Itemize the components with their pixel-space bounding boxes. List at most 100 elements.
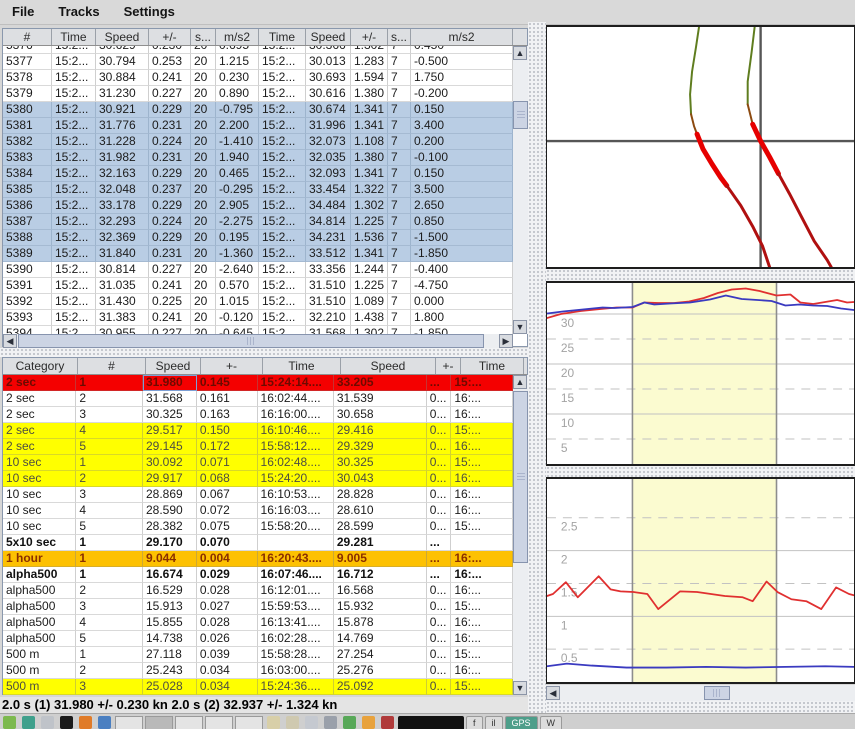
ranking-row-500-m-2[interactable]: 500 m225.2430.03416:03:00....25.2760...1… bbox=[3, 663, 513, 679]
menu-item-tracks[interactable]: Tracks bbox=[46, 1, 111, 23]
ranking-row-alpha500-5[interactable]: alpha500514.7380.02616:02:28....14.7690.… bbox=[3, 631, 513, 647]
ranking-row-alpha500-3[interactable]: alpha500315.9130.02715:59:53....15.9320.… bbox=[3, 599, 513, 615]
column-header-7[interactable]: Time bbox=[461, 358, 524, 374]
error-chart[interactable]: 2.521.510.5 bbox=[547, 479, 854, 682]
trackpoint-row-5386[interactable]: 538615:2...33.1780.229202.90515:2...34.4… bbox=[3, 198, 513, 214]
ranking-row-2-sec-1[interactable]: 2 sec131.9800.14515:24:14....33.205...15… bbox=[3, 375, 513, 391]
ranking-row-1-hour-1[interactable]: 1 hour19.0440.00416:20:43....9.005...16:… bbox=[3, 551, 513, 567]
column-header-2[interactable]: Speed bbox=[146, 358, 201, 374]
hscroll-thumb[interactable] bbox=[704, 686, 730, 700]
trackpoint-row-5393[interactable]: 539315:2...31.3830.24120-0.12015:2...32.… bbox=[3, 310, 513, 326]
keyboard-icon[interactable] bbox=[267, 716, 280, 729]
ranking-table-body[interactable]: 2 sec131.9800.14515:24:14....33.205...15… bbox=[3, 375, 513, 695]
scroll-down-icon[interactable]: ▼ bbox=[513, 681, 527, 695]
workspace-pager-3[interactable] bbox=[175, 716, 203, 729]
ranking-row-10-sec-1[interactable]: 10 sec130.0920.07116:02:48....30.3250...… bbox=[3, 455, 513, 471]
chart-hscrollbar[interactable]: ◀ bbox=[546, 685, 855, 701]
package-icon[interactable] bbox=[343, 716, 356, 729]
flag-icon[interactable] bbox=[381, 716, 394, 729]
ranking-row-5x10-sec-1[interactable]: 5x10 sec129.1700.07029.281... bbox=[3, 535, 513, 551]
column-header-2[interactable]: Speed bbox=[96, 29, 149, 45]
column-header-4[interactable]: s... bbox=[191, 29, 216, 45]
column-header-8[interactable]: +/- bbox=[351, 29, 388, 45]
workspace-pager-4[interactable] bbox=[205, 716, 233, 729]
trackpoint-row-5391[interactable]: 539115:2...31.0350.241200.57015:2...31.5… bbox=[3, 278, 513, 294]
desktop-icon[interactable] bbox=[22, 716, 35, 729]
trackpoint-table-body[interactable]: 537615:2...30.6290.230200.69515:2...30.3… bbox=[3, 46, 513, 334]
trackpoint-table-header[interactable]: #TimeSpeed+/-s...m/s2TimeSpeed+/-s...m/s… bbox=[3, 29, 527, 46]
scroll-left-icon[interactable]: ◀ bbox=[3, 334, 17, 348]
column-header-5[interactable]: m/s2 bbox=[216, 29, 259, 45]
trackpoint-row-5392[interactable]: 539215:2...31.4300.225201.01515:2...31.5… bbox=[3, 294, 513, 310]
scroll-right-icon[interactable]: ▶ bbox=[499, 334, 513, 348]
firefox-icon[interactable] bbox=[79, 716, 92, 729]
trackpoint-row-5379[interactable]: 537915:2...31.2300.227200.89015:2...30.6… bbox=[3, 86, 513, 102]
chart-splitter[interactable] bbox=[546, 466, 855, 477]
column-header-6[interactable]: +- bbox=[436, 358, 461, 374]
ranking-row-10-sec-5[interactable]: 10 sec528.3820.07515:58:20....28.5990...… bbox=[3, 519, 513, 535]
trackpoint-row-5380[interactable]: 538015:2...30.9210.22920-0.79515:2...30.… bbox=[3, 102, 513, 118]
trackpoint-row-5390[interactable]: 539015:2...30.8140.22720-2.64015:2...33.… bbox=[3, 262, 513, 278]
column-header-0[interactable]: # bbox=[3, 29, 52, 45]
column-header-4[interactable]: Time bbox=[263, 358, 341, 374]
trackpoint-row-5384[interactable]: 538415:2...32.1630.229200.46515:2...32.0… bbox=[3, 166, 513, 182]
window-icon[interactable] bbox=[305, 716, 318, 729]
scroll-up-icon[interactable]: ▲ bbox=[513, 46, 527, 60]
column-header-9[interactable]: s... bbox=[388, 29, 411, 45]
ranking-row-500-m-1[interactable]: 500 m127.1180.03915:58:28....27.2540...1… bbox=[3, 647, 513, 663]
trackpoint-row-5378[interactable]: 537815:2...30.8840.241200.23015:2...30.6… bbox=[3, 70, 513, 86]
column-header-3[interactable]: +/- bbox=[149, 29, 191, 45]
speed-chart[interactable]: 30252015105 bbox=[547, 283, 854, 464]
trackpoint-row-5394[interactable]: 539415:2...30.9550.22720-0.64515:2...31.… bbox=[3, 326, 513, 334]
speed-chart-panel[interactable]: 30252015105 bbox=[546, 281, 855, 466]
mint-menu-icon[interactable] bbox=[3, 716, 16, 729]
image-viewer-icon[interactable] bbox=[98, 716, 111, 729]
ranking-row-10-sec-3[interactable]: 10 sec328.8690.06716:10:53....28.8280...… bbox=[3, 487, 513, 503]
trackpoint-hscrollbar[interactable]: ◀ ▶ bbox=[3, 334, 513, 348]
taskbar-window-button-0[interactable] bbox=[398, 716, 464, 729]
menu-item-settings[interactable]: Settings bbox=[112, 1, 187, 23]
hscroll-thumb[interactable] bbox=[18, 334, 484, 348]
scroll-down-icon[interactable]: ▼ bbox=[513, 320, 527, 334]
calculator-icon[interactable] bbox=[286, 716, 299, 729]
taskbar-window-button-f[interactable]: f bbox=[466, 716, 483, 729]
column-header-1[interactable]: # bbox=[78, 358, 146, 374]
download-icon[interactable] bbox=[362, 716, 375, 729]
menu-item-file[interactable]: File bbox=[0, 1, 46, 23]
column-header-3[interactable]: +- bbox=[201, 358, 263, 374]
terminal-icon[interactable] bbox=[60, 716, 73, 729]
trackpoint-row-5385[interactable]: 538515:2...32.0480.23720-0.29515:2...33.… bbox=[3, 182, 513, 198]
taskbar-window-button-GPS[interactable]: GPS bbox=[505, 716, 538, 729]
ranking-vscrollbar[interactable]: ▲ ▼ bbox=[513, 375, 528, 695]
trackpoint-row-5376[interactable]: 537615:2...30.6290.230200.69515:2...30.3… bbox=[3, 46, 513, 54]
ranking-row-500-m-3[interactable]: 500 m325.0280.03415:24:36....25.0920...1… bbox=[3, 679, 513, 695]
ranking-row-2-sec-4[interactable]: 2 sec429.5170.15016:10:46....29.4160...1… bbox=[3, 423, 513, 439]
taskbar-window-button-il[interactable]: il bbox=[485, 716, 503, 729]
scroll-left-icon[interactable]: ◀ bbox=[546, 686, 560, 700]
error-chart-panel[interactable]: 2.521.510.5 bbox=[546, 477, 855, 684]
ranking-row-alpha500-2[interactable]: alpha500216.5290.02816:12:01....16.5680.… bbox=[3, 583, 513, 599]
ranking-row-alpha500-4[interactable]: alpha500415.8550.02816:13:41....15.8780.… bbox=[3, 615, 513, 631]
column-header-0[interactable]: Category bbox=[3, 358, 78, 374]
scroll-up-icon[interactable]: ▲ bbox=[513, 375, 527, 389]
track-map[interactable] bbox=[547, 27, 854, 267]
ranking-row-10-sec-4[interactable]: 10 sec428.5900.07216:16:03....28.6100...… bbox=[3, 503, 513, 519]
trackpoint-row-5377[interactable]: 537715:2...30.7940.253201.21515:2...30.0… bbox=[3, 54, 513, 70]
trackpoint-row-5389[interactable]: 538915:2...31.8400.23120-1.36015:2...33.… bbox=[3, 246, 513, 262]
trackpoint-row-5388[interactable]: 538815:2...32.3690.229200.19515:2...34.2… bbox=[3, 230, 513, 246]
trackpoint-row-5381[interactable]: 538115:2...31.7760.231202.20015:2...31.9… bbox=[3, 118, 513, 134]
workspace-pager-5[interactable] bbox=[235, 716, 263, 729]
ranking-row-alpha500-1[interactable]: alpha500116.6740.02916:07:46....16.712..… bbox=[3, 567, 513, 583]
ranking-table-header[interactable]: Category#Speed+-TimeSpeed+-Time bbox=[3, 358, 527, 375]
ranking-row-2-sec-3[interactable]: 2 sec330.3250.16316:16:00....30.6580...1… bbox=[3, 407, 513, 423]
ranking-row-2-sec-5[interactable]: 2 sec529.1450.17215:58:12....29.3290...1… bbox=[3, 439, 513, 455]
ranking-row-2-sec-2[interactable]: 2 sec231.5680.16116:02:44....31.5390...1… bbox=[3, 391, 513, 407]
map-chart-splitter[interactable] bbox=[546, 269, 855, 281]
screenshot-icon[interactable] bbox=[41, 716, 54, 729]
vscroll-thumb[interactable] bbox=[513, 101, 528, 129]
column-header-7[interactable]: Speed bbox=[306, 29, 351, 45]
trackpoint-row-5383[interactable]: 538315:2...31.9820.231201.94015:2...32.0… bbox=[3, 150, 513, 166]
trackpoint-row-5387[interactable]: 538715:2...32.2930.22420-2.27515:2...34.… bbox=[3, 214, 513, 230]
track-map-panel[interactable] bbox=[546, 25, 855, 269]
column-header-6[interactable]: Time bbox=[259, 29, 306, 45]
